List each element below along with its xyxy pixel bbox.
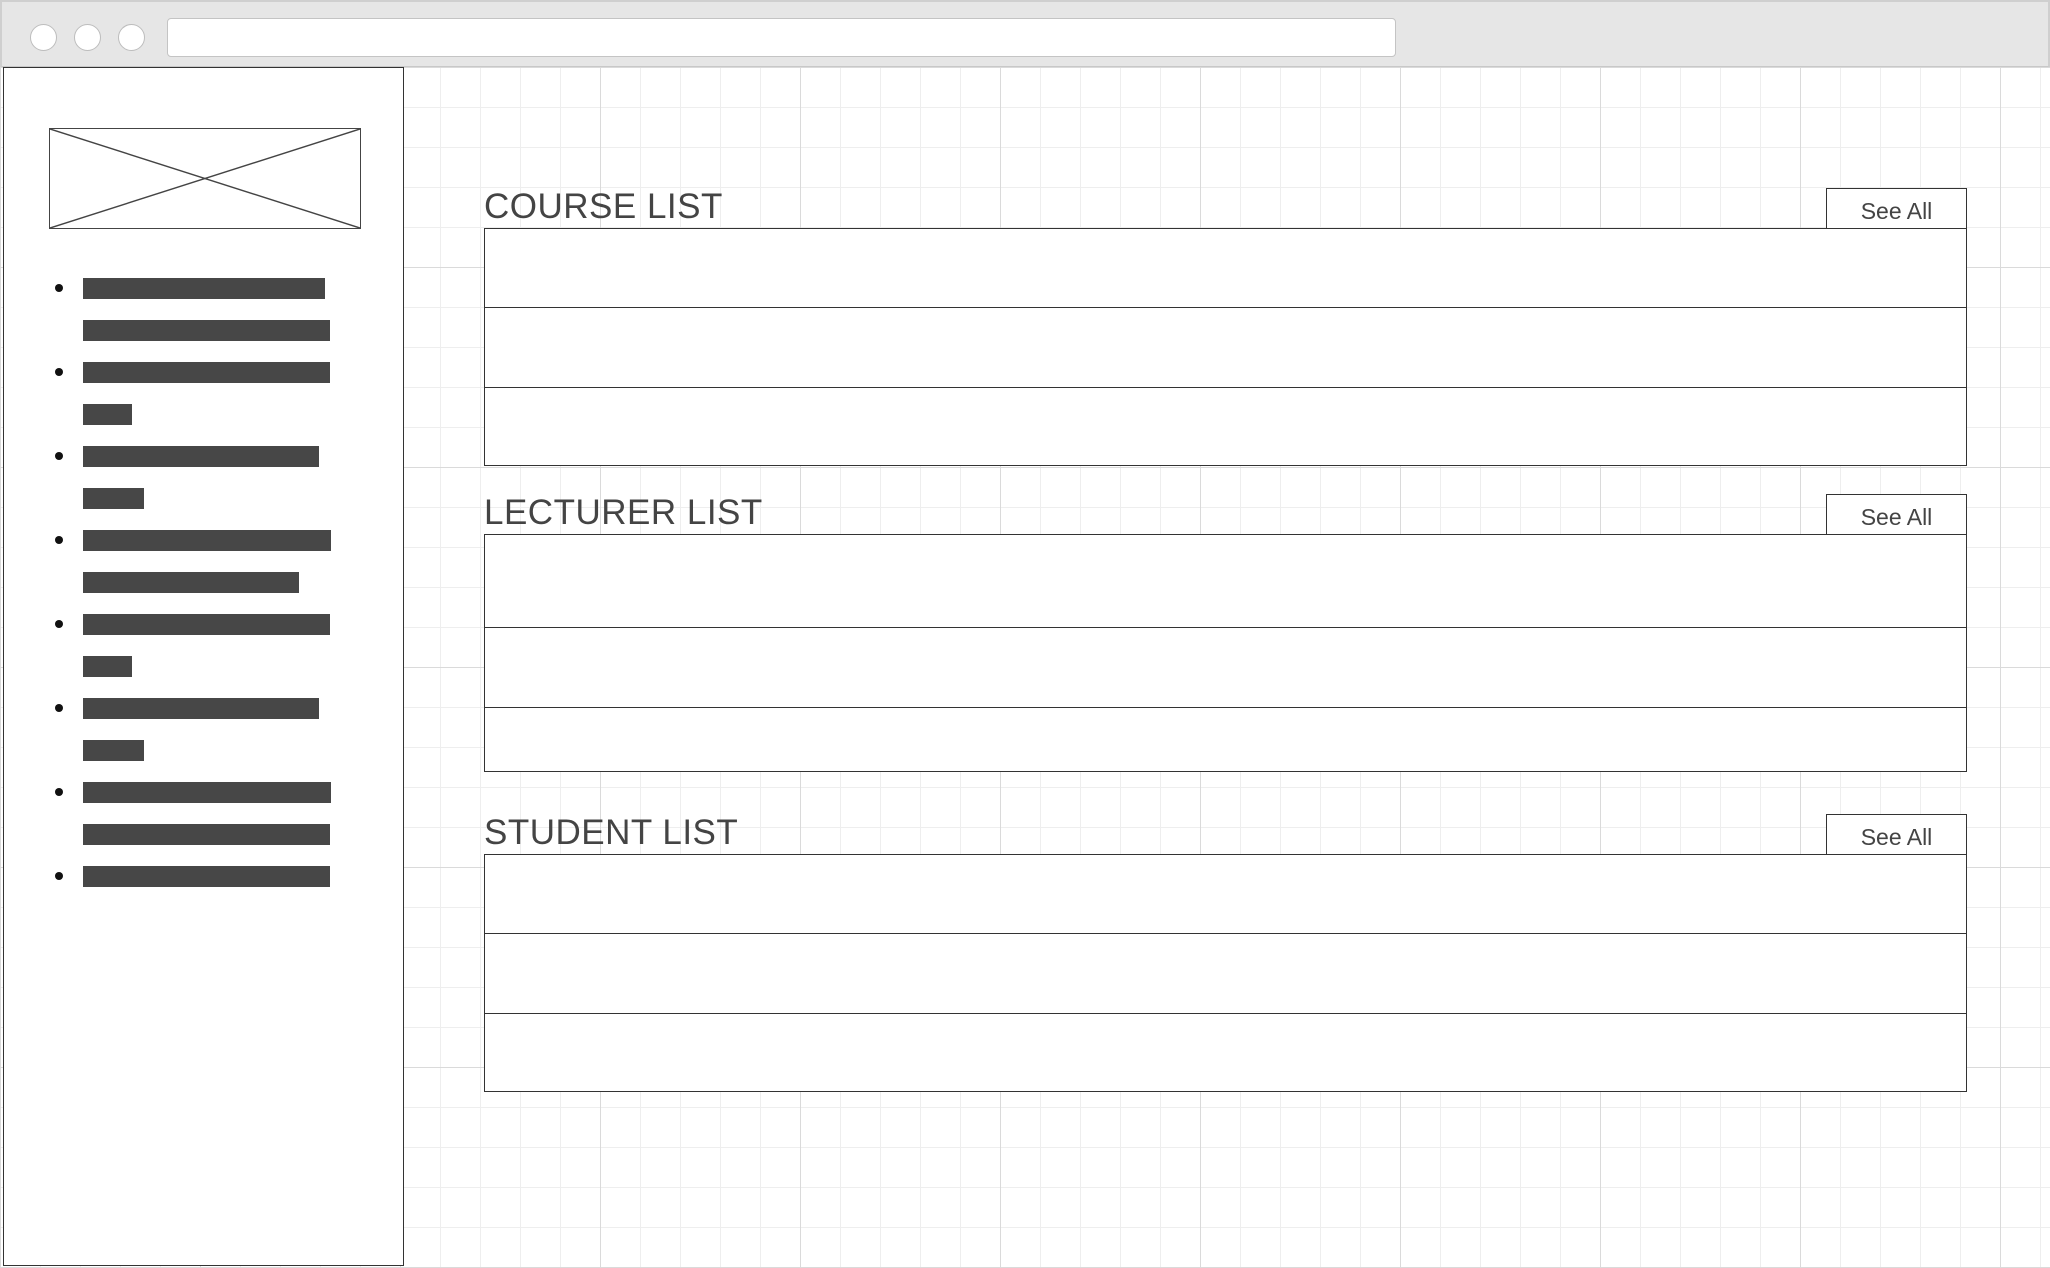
lecturer-see-all-button[interactable]: See All bbox=[1826, 494, 1967, 536]
student-list bbox=[484, 854, 1967, 1092]
text-placeholder-bar bbox=[83, 866, 330, 887]
bullet-icon bbox=[55, 872, 63, 880]
sidebar-nav-item[interactable] bbox=[4, 516, 403, 600]
course-list bbox=[484, 228, 1967, 466]
sidebar-nav-item[interactable] bbox=[4, 264, 403, 348]
text-placeholder-bar bbox=[83, 572, 299, 593]
bullet-icon bbox=[55, 284, 63, 292]
list-row[interactable] bbox=[485, 933, 1966, 1013]
browser-chrome bbox=[0, 0, 2050, 67]
text-placeholder-bar bbox=[83, 740, 144, 761]
sidebar-nav-item[interactable] bbox=[4, 432, 403, 516]
bullet-icon bbox=[55, 704, 63, 712]
sidebar-nav-item[interactable] bbox=[4, 852, 403, 936]
text-placeholder-bar bbox=[83, 614, 330, 635]
window-maximize-button[interactable] bbox=[118, 24, 145, 51]
text-placeholder-bar bbox=[83, 320, 330, 341]
text-placeholder-bar bbox=[83, 824, 330, 845]
text-placeholder-bar bbox=[83, 698, 319, 719]
bullet-icon bbox=[55, 620, 63, 628]
address-bar[interactable] bbox=[167, 18, 1396, 57]
text-placeholder-bar bbox=[83, 362, 330, 383]
sidebar-nav-item[interactable] bbox=[4, 600, 403, 684]
text-placeholder-bar bbox=[83, 656, 132, 677]
lecturer-list bbox=[484, 534, 1967, 772]
bullet-icon bbox=[55, 788, 63, 796]
student-list-title: STUDENT LIST bbox=[484, 813, 739, 852]
text-placeholder-bar bbox=[83, 530, 331, 551]
list-row[interactable] bbox=[485, 307, 1966, 387]
course-list-title: COURSE LIST bbox=[484, 187, 723, 226]
sidebar-nav bbox=[4, 264, 403, 938]
image-placeholder-icon bbox=[49, 128, 361, 229]
text-placeholder-bar bbox=[83, 404, 132, 425]
window-minimize-button[interactable] bbox=[74, 24, 101, 51]
list-row[interactable] bbox=[485, 707, 1966, 771]
text-placeholder-bar bbox=[83, 782, 331, 803]
window-close-button[interactable] bbox=[30, 24, 57, 51]
text-placeholder-bar bbox=[83, 446, 319, 467]
bullet-icon bbox=[55, 452, 63, 460]
list-row[interactable] bbox=[485, 1013, 1966, 1091]
list-row[interactable] bbox=[485, 627, 1966, 707]
list-row[interactable] bbox=[485, 387, 1966, 465]
text-placeholder-bar bbox=[83, 278, 325, 299]
text-placeholder-bar bbox=[83, 488, 144, 509]
bullet-icon bbox=[55, 536, 63, 544]
sidebar-nav-item[interactable] bbox=[4, 768, 403, 852]
bullet-icon bbox=[55, 368, 63, 376]
sidebar bbox=[3, 67, 404, 1266]
sidebar-nav-item[interactable] bbox=[4, 684, 403, 768]
lecturer-list-title: LECTURER LIST bbox=[484, 493, 763, 532]
sidebar-nav-item[interactable] bbox=[4, 348, 403, 432]
course-see-all-button[interactable]: See All bbox=[1826, 188, 1967, 230]
student-see-all-button[interactable]: See All bbox=[1826, 814, 1967, 856]
